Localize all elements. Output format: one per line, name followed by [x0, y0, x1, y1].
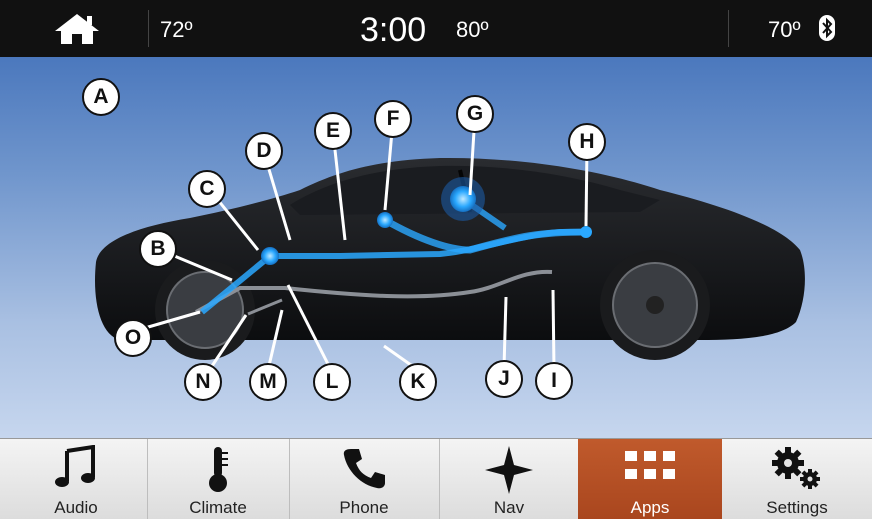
callout-o: O: [114, 319, 152, 357]
thermometer-icon: [209, 447, 228, 492]
nav-phone-label: Phone: [339, 498, 389, 517]
nav-apps-label: Apps: [630, 498, 670, 517]
music-note-icon: [55, 445, 95, 487]
nav-audio[interactable]: Audio: [6, 439, 146, 519]
callout-c: C: [188, 170, 226, 208]
nav-settings-label: Settings: [766, 498, 828, 517]
compass-star-icon: [485, 446, 533, 494]
callout-g: G: [456, 95, 494, 133]
callout-m: M: [249, 363, 287, 401]
callout-l: L: [313, 363, 351, 401]
callout-k: K: [399, 363, 437, 401]
clock: 3:00: [360, 11, 427, 49]
callout-e: E: [314, 112, 352, 150]
status-divider: [728, 10, 729, 47]
nav-audio-label: Audio: [54, 498, 98, 517]
vehicle-diagram: A B C D E F G H I J K L M N O: [0, 57, 872, 438]
nav-settings[interactable]: Settings: [722, 439, 872, 519]
home-icon: [55, 14, 99, 44]
cabin-temp-left[interactable]: 72º: [160, 17, 193, 43]
callout-i: I: [535, 362, 573, 400]
highlight-node: [377, 212, 393, 228]
callout-n: N: [184, 363, 222, 401]
status-bar: 72º 3:00 80º 70º: [0, 0, 872, 57]
bluetooth-icon: [819, 15, 835, 41]
callout-b: B: [139, 230, 177, 268]
highlight-node: [450, 186, 476, 212]
apps-grid-icon: [625, 451, 675, 479]
nav-nav-label: Nav: [493, 498, 525, 517]
nav-climate[interactable]: Climate: [148, 439, 288, 519]
highlight-node: [261, 247, 279, 265]
nav-apps[interactable]: Apps: [578, 439, 722, 519]
highlight-node: [580, 226, 592, 238]
callout-a: A: [82, 78, 120, 116]
callout-d: D: [245, 132, 283, 170]
home-button[interactable]: [52, 12, 102, 46]
cabin-temp-right[interactable]: 70º: [768, 17, 801, 43]
phone-icon: [343, 449, 385, 489]
bottom-nav-bar: Audio Climate Phone Nav Apps Settings: [0, 438, 872, 519]
callout-f: F: [374, 100, 412, 138]
nav-phone[interactable]: Phone: [290, 439, 438, 519]
nav-nav[interactable]: Nav: [440, 439, 578, 519]
gears-icon: [772, 447, 820, 489]
sync-screen: 72º 3:00 80º 70º A B C D E F G H I J K L…: [0, 0, 872, 519]
callout-h: H: [568, 123, 606, 161]
status-divider: [148, 10, 149, 47]
callout-j: J: [485, 360, 523, 398]
nav-climate-label: Climate: [189, 498, 247, 517]
outside-temp: 80º: [456, 17, 489, 42]
